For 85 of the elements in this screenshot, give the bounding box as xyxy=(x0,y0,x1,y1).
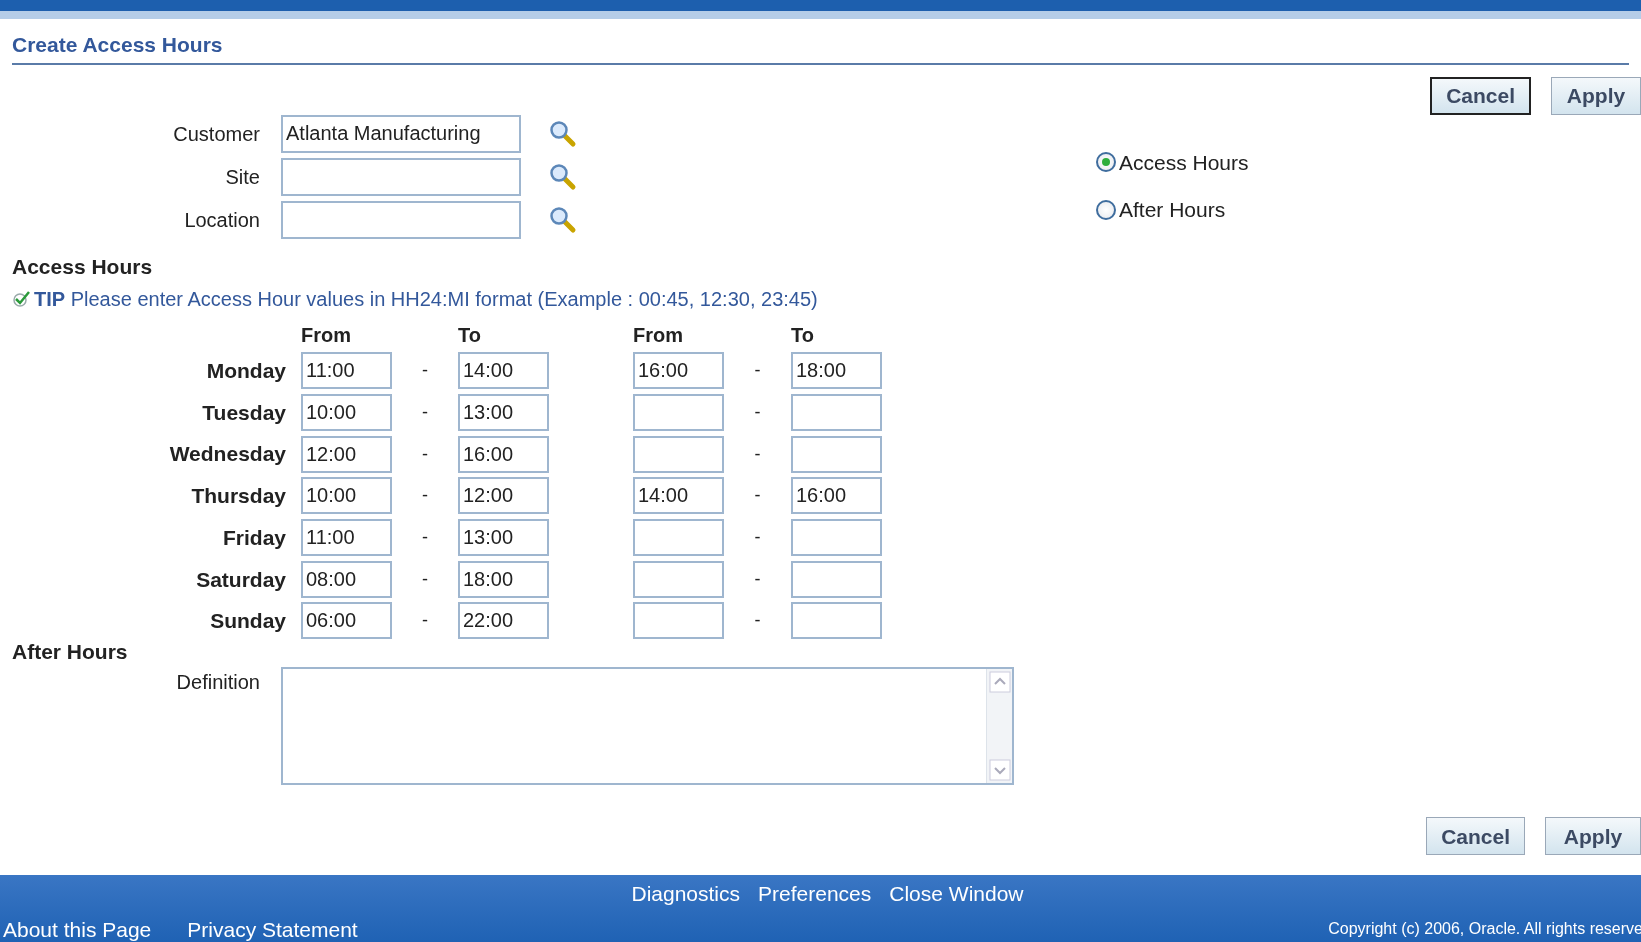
field-label: Location xyxy=(184,208,260,231)
dash-separator: - xyxy=(754,610,761,631)
dash-separator: - xyxy=(422,402,428,423)
time-field[interactable]: 11:00 xyxy=(301,352,392,390)
time-field[interactable]: 18:00 xyxy=(791,352,882,390)
page-title: Create Access Hours xyxy=(12,33,223,56)
cancel-button[interactable]: Cancel xyxy=(1426,817,1525,856)
time-field[interactable] xyxy=(791,519,882,557)
time-field[interactable]: 13:00 xyxy=(458,519,549,557)
day-label: Monday xyxy=(206,359,286,383)
scroll-down-icon[interactable] xyxy=(988,759,1011,782)
dash-separator: - xyxy=(754,443,761,464)
time-field[interactable]: 22:00 xyxy=(458,602,549,640)
time-field[interactable] xyxy=(633,560,724,598)
search-icon[interactable] xyxy=(549,119,577,148)
text-field[interactable] xyxy=(281,200,521,239)
column-header: From xyxy=(301,323,352,348)
day-label: Wednesday xyxy=(169,442,286,466)
apply-button[interactable]: Apply xyxy=(1551,76,1641,115)
dash-separator: - xyxy=(754,527,761,548)
time-field[interactable]: 10:00 xyxy=(301,477,392,515)
time-field[interactable] xyxy=(791,602,882,640)
dash-separator: - xyxy=(754,568,761,589)
footer-link[interactable]: Diagnostics xyxy=(631,878,741,910)
dash-separator: - xyxy=(422,610,428,631)
text-field[interactable] xyxy=(281,157,521,196)
time-field[interactable]: 11:00 xyxy=(301,519,392,557)
field-label: Customer xyxy=(173,122,260,145)
dash-separator: - xyxy=(754,402,761,423)
time-field[interactable]: 12:00 xyxy=(301,435,392,473)
time-field[interactable]: 14:00 xyxy=(633,477,724,515)
footer-link[interactable]: Preferences xyxy=(758,878,872,910)
day-label: Friday xyxy=(222,525,286,549)
radio-label: Access Hours xyxy=(1119,149,1249,176)
scrollbar[interactable] xyxy=(986,669,1012,784)
day-label: Saturday xyxy=(196,567,286,591)
time-field[interactable] xyxy=(633,519,724,557)
time-field[interactable]: 16:00 xyxy=(458,435,549,473)
footer-link[interactable]: Privacy Statement xyxy=(187,913,358,942)
time-field[interactable]: 08:00 xyxy=(301,560,392,598)
day-label: Thursday xyxy=(191,484,286,508)
day-label: Sunday xyxy=(210,609,286,633)
field-label: Definition xyxy=(176,671,260,694)
column-header: From xyxy=(633,323,684,348)
time-field[interactable] xyxy=(633,602,724,640)
radio-button[interactable] xyxy=(1096,152,1116,173)
time-field[interactable]: 14:00 xyxy=(458,352,549,390)
dash-separator: - xyxy=(422,443,428,464)
apply-button[interactable]: Apply xyxy=(1545,817,1641,856)
dash-separator: - xyxy=(422,485,428,506)
time-field[interactable]: 16:00 xyxy=(791,477,882,515)
field-label: Site xyxy=(225,165,260,188)
time-field[interactable]: 10:00 xyxy=(301,394,392,432)
section-heading: Access Hours xyxy=(12,253,154,280)
time-field[interactable] xyxy=(791,560,882,598)
radio-button[interactable] xyxy=(1096,199,1116,220)
time-field[interactable] xyxy=(633,394,724,432)
search-icon[interactable] xyxy=(549,205,577,234)
checkmark-icon xyxy=(12,290,32,308)
footer-link[interactable]: Close Window xyxy=(889,878,1024,910)
tip-text: TIP Please enter Access Hour values in HH24:MI format (Example : 00:45, 12:30, 23:45) xyxy=(34,287,818,312)
footer-link[interactable]: About this Page xyxy=(3,913,152,942)
column-header: To xyxy=(458,323,482,348)
time-field[interactable]: 13:00 xyxy=(458,394,549,432)
time-field[interactable] xyxy=(791,394,882,432)
dash-separator: - xyxy=(422,527,428,548)
time-field[interactable] xyxy=(791,435,882,473)
dash-separator: - xyxy=(422,360,428,381)
time-field[interactable]: 18:00 xyxy=(458,560,549,598)
definition-textarea[interactable] xyxy=(281,667,1014,786)
search-icon[interactable] xyxy=(549,162,577,191)
time-field[interactable]: 16:00 xyxy=(633,352,724,390)
scroll-up-icon[interactable] xyxy=(988,671,1011,694)
time-field[interactable]: 12:00 xyxy=(458,477,549,515)
day-label: Tuesday xyxy=(202,400,286,424)
dash-separator: - xyxy=(754,485,761,506)
cancel-button[interactable]: Cancel xyxy=(1430,76,1531,115)
time-field[interactable] xyxy=(633,435,724,473)
dash-separator: - xyxy=(422,568,428,589)
column-header: To xyxy=(791,323,815,348)
text-field[interactable]: Atlanta Manufacturing xyxy=(281,114,521,153)
time-field[interactable]: 06:00 xyxy=(301,602,392,640)
radio-label: After Hours xyxy=(1119,197,1226,223)
dash-separator: - xyxy=(754,360,761,381)
section-heading: After Hours xyxy=(12,638,129,665)
